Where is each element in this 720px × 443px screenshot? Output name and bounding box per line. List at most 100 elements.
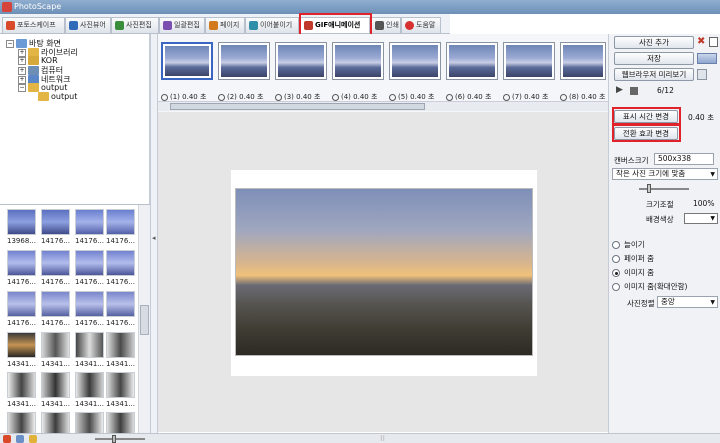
viewer-icon (69, 21, 78, 30)
background-color-picker[interactable]: ▼ (684, 213, 718, 224)
gallery-thumb[interactable] (75, 412, 104, 433)
radio-image-zoom[interactable]: 이미지 줌 (612, 267, 654, 278)
settings-icon[interactable] (16, 435, 24, 443)
gallery-thumb[interactable] (41, 412, 70, 433)
gallery-scrollbar[interactable] (138, 205, 150, 433)
align-label: 사진정렬 (627, 299, 655, 308)
radio-paper-zoom[interactable]: 페이퍼 줌 (612, 253, 654, 264)
tab-viewer[interactable]: 사진뷰어 (65, 17, 111, 33)
list-icon[interactable] (697, 69, 707, 80)
frame-thumb[interactable] (560, 42, 606, 80)
clear-list-icon[interactable] (709, 37, 718, 47)
radio-button[interactable] (612, 255, 620, 263)
size-slider-thumb[interactable] (647, 184, 651, 193)
gallery-thumb[interactable] (106, 372, 135, 398)
frame-select-icon[interactable] (389, 93, 396, 101)
browser-preview-button[interactable]: 웹브라우저 미리보기 (614, 68, 694, 81)
gallery-thumb[interactable] (106, 250, 135, 276)
frame-select-icon[interactable] (332, 93, 339, 101)
align-select[interactable]: 중앙 ▼ (657, 296, 718, 308)
save-button[interactable]: 저장 (614, 52, 694, 65)
gallery-thumb[interactable] (75, 291, 104, 317)
frame-thumb[interactable] (161, 42, 213, 80)
gallery-thumb[interactable] (7, 332, 36, 358)
gallery-thumb[interactable] (41, 332, 70, 358)
radio-button[interactable] (612, 241, 620, 249)
frame-thumb[interactable] (275, 42, 327, 80)
frame-thumb[interactable] (503, 42, 555, 80)
radio-image-zoom-no-enlarge[interactable]: 이미지 줌(확대안함) (612, 281, 687, 292)
tree-item-output-child[interactable]: output (38, 92, 77, 101)
tab-photoscape[interactable]: 포토스케이프 (2, 17, 65, 33)
add-photo-button[interactable]: 사진 추가 (614, 36, 694, 49)
gallery-thumb[interactable] (75, 332, 104, 358)
panel-splitter[interactable]: ◂ (150, 34, 158, 434)
radio-button[interactable] (612, 283, 620, 291)
frame-select-icon[interactable] (503, 93, 510, 101)
canvas-fit-select[interactable]: 작은 사진 크기에 맞춤 ▼ (612, 168, 718, 180)
tab-batch-editor[interactable]: 일괄편집 (159, 17, 205, 33)
gallery-thumb[interactable] (106, 332, 135, 358)
zoom-slider-track[interactable] (95, 438, 145, 440)
play-icon[interactable]: ▶ (616, 85, 623, 95)
frame-thumb[interactable] (332, 42, 384, 80)
tab-page[interactable]: 페이지 (205, 17, 245, 33)
delete-icon[interactable]: ✖ (697, 36, 705, 47)
gallery-label: 14341... (41, 360, 70, 368)
stop-icon[interactable] (630, 87, 638, 95)
tree-item-kor[interactable]: + KOR (18, 56, 58, 65)
frame-select-icon[interactable] (161, 93, 168, 101)
gallery-thumb[interactable] (7, 412, 36, 433)
chevron-down-icon: ▼ (710, 299, 715, 306)
tab-help[interactable]: 도움말 (401, 17, 441, 33)
photo-gallery: 13968... 14176... 14176... 14176... 1417… (0, 205, 150, 433)
tab-combine[interactable]: 이어붙이기 (245, 17, 299, 33)
collapse-arrow-icon[interactable]: ◂ (152, 234, 156, 242)
gallery-thumb[interactable] (7, 291, 36, 317)
gallery-thumb[interactable] (106, 209, 135, 235)
tab-editor[interactable]: 사진편집 (111, 17, 159, 33)
frame-thumb[interactable] (218, 42, 270, 80)
user-folder-icon (28, 56, 39, 65)
frame-strip-scrollbar[interactable] (158, 101, 608, 111)
frame-select-icon[interactable] (275, 93, 282, 101)
gallery-thumb[interactable] (7, 250, 36, 276)
gallery-label: 14341... (75, 360, 104, 368)
frame-select-icon[interactable] (560, 93, 567, 101)
gallery-thumb[interactable] (75, 250, 104, 276)
scrollbar-thumb[interactable] (170, 103, 425, 110)
gallery-thumb[interactable] (106, 412, 135, 433)
gallery-thumb[interactable] (41, 372, 70, 398)
folder-icon[interactable] (29, 435, 37, 443)
frame-select-icon[interactable] (446, 93, 453, 101)
frame-select-icon[interactable] (218, 93, 225, 101)
gallery-thumb[interactable] (106, 291, 135, 317)
home-icon[interactable] (3, 435, 11, 443)
scrollbar-thumb[interactable] (140, 305, 149, 335)
thumbnail-icon[interactable] (697, 53, 717, 64)
gallery-label: 14176... (7, 278, 36, 286)
gallery-thumb[interactable] (41, 209, 70, 235)
gallery-thumb[interactable] (7, 372, 36, 398)
preview-canvas (231, 170, 537, 376)
zoom-slider-thumb[interactable] (112, 435, 116, 443)
gallery-thumb[interactable] (41, 250, 70, 276)
frame-thumb[interactable] (389, 42, 441, 80)
radio-button[interactable] (612, 269, 620, 277)
canvas-size-field[interactable]: 500x338 (654, 153, 714, 165)
gallery-thumb[interactable] (7, 209, 36, 235)
tab-print[interactable]: 인쇄 (371, 17, 401, 33)
gallery-thumb[interactable] (75, 209, 104, 235)
canvas-size-label: 캔버스크기 (614, 156, 649, 165)
scale-label: 크기조절 (646, 200, 674, 209)
frame-thumb[interactable] (446, 42, 498, 80)
gallery-thumb[interactable] (41, 291, 70, 317)
help-icon (405, 21, 414, 30)
tree-item-output[interactable]: − output (18, 83, 67, 92)
gallery-thumb[interactable] (75, 372, 104, 398)
page-icon (209, 21, 218, 30)
radio-stretch[interactable]: 늘이기 (612, 239, 645, 250)
resize-grip-icon[interactable]: ⁝⁝ (380, 434, 385, 443)
frame-counter: 6/12 (657, 86, 674, 95)
gallery-label: 14176... (106, 278, 135, 286)
